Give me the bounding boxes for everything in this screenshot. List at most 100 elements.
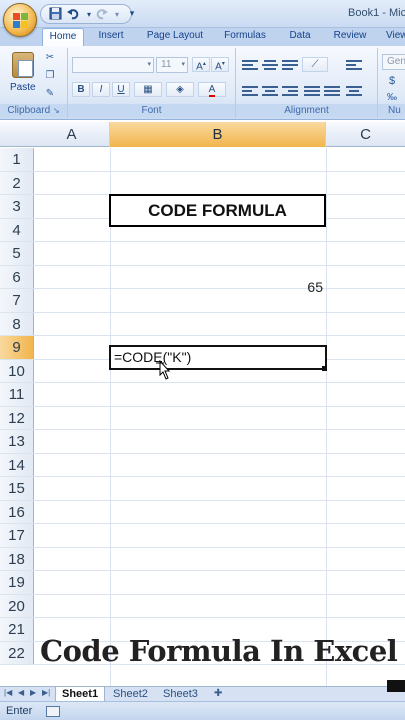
row-header-11[interactable]: 11 bbox=[0, 383, 34, 406]
align-middle-icon[interactable] bbox=[262, 60, 278, 72]
grid-row: 17 bbox=[0, 524, 405, 548]
grid-row: 20 bbox=[0, 594, 405, 618]
cell-b9-active-formula[interactable]: =CODE("K") bbox=[109, 345, 327, 370]
clipboard-group: Paste ✂ ❐ ✎ Clipboard ↘ bbox=[0, 48, 68, 118]
grid-row: 12 bbox=[0, 406, 405, 430]
cell-b6-result[interactable]: 65 bbox=[112, 276, 323, 298]
tab-home[interactable]: Home bbox=[42, 28, 84, 46]
row-header-4[interactable]: 4 bbox=[0, 218, 34, 241]
worksheet-grid[interactable]: 1 2 3 4 5 6 7 8 9 10 11 12 13 14 15 16 17 18 19 20 21 22 bbox=[0, 148, 405, 686]
insert-sheet-icon[interactable]: ✚ bbox=[214, 688, 222, 699]
row-header-3[interactable]: 3 bbox=[0, 195, 34, 218]
customize-qat-icon[interactable]: ▾ bbox=[124, 6, 140, 21]
grid-row: 14 bbox=[0, 453, 405, 477]
dialog-launcher-icon[interactable]: ↘ bbox=[53, 106, 60, 115]
align-top-icon[interactable] bbox=[242, 60, 258, 72]
currency-icon[interactable]: $ bbox=[386, 76, 398, 87]
grid-row: 2 bbox=[0, 171, 405, 195]
row-header-8[interactable]: 8 bbox=[0, 312, 34, 335]
row-header-16[interactable]: 16 bbox=[0, 500, 34, 523]
sheet-tab-sheet3[interactable]: Sheet3 bbox=[157, 687, 204, 702]
align-right-icon[interactable] bbox=[282, 86, 298, 98]
paste-icon[interactable] bbox=[12, 52, 34, 78]
fill-color-button[interactable]: ◈ bbox=[166, 82, 194, 97]
tab-data[interactable]: Data bbox=[282, 28, 318, 46]
grid-row: 15 bbox=[0, 477, 405, 501]
decrease-indent-icon[interactable] bbox=[304, 86, 320, 98]
row-header-6[interactable]: 6 bbox=[0, 265, 34, 288]
window-title: Book1 - Mic bbox=[348, 7, 405, 19]
bold-button[interactable]: B bbox=[72, 82, 90, 97]
row-header-2[interactable]: 2 bbox=[0, 171, 34, 194]
undo-icon[interactable] bbox=[65, 7, 81, 22]
next-sheet-icon[interactable]: ▶ bbox=[30, 688, 36, 697]
cell-b3-title[interactable]: CODE FORMULA bbox=[109, 194, 326, 227]
tab-formulas[interactable]: Formulas bbox=[218, 28, 272, 46]
shrink-font-button[interactable]: A▾ bbox=[211, 57, 229, 72]
row-header-18[interactable]: 18 bbox=[0, 547, 34, 570]
font-color-button[interactable]: A bbox=[198, 82, 226, 97]
fill-color-icon: ◈ bbox=[176, 84, 184, 95]
row-header-10[interactable]: 10 bbox=[0, 359, 34, 382]
column-header-b[interactable]: B bbox=[110, 122, 326, 147]
prev-sheet-icon[interactable]: ◀ bbox=[18, 688, 24, 697]
grow-font-button[interactable]: A▴ bbox=[192, 57, 210, 72]
fill-handle[interactable] bbox=[322, 366, 327, 371]
font-name-combo[interactable]: ▾ bbox=[72, 57, 154, 73]
horizontal-scrollbar[interactable] bbox=[387, 680, 405, 692]
cut-icon[interactable]: ✂ bbox=[44, 52, 56, 63]
redo-dropdown-icon[interactable]: ▾ bbox=[109, 7, 125, 22]
number-format-combo[interactable]: Gene bbox=[382, 54, 405, 70]
row-header-15[interactable]: 15 bbox=[0, 477, 34, 500]
sheet-tab-sheet2[interactable]: Sheet2 bbox=[107, 687, 154, 702]
align-center-icon[interactable] bbox=[262, 86, 278, 98]
grid-row: 11 bbox=[0, 383, 405, 407]
row-header-1[interactable]: 1 bbox=[0, 148, 34, 171]
borders-icon: ▦ bbox=[143, 84, 153, 95]
paste-button[interactable]: Paste bbox=[10, 82, 36, 93]
align-left-icon[interactable] bbox=[242, 86, 258, 98]
row-header-12[interactable]: 12 bbox=[0, 406, 34, 429]
column-header-c[interactable]: C bbox=[326, 122, 405, 147]
row-header-19[interactable]: 19 bbox=[0, 571, 34, 594]
row-header-9[interactable]: 9 bbox=[0, 336, 34, 359]
borders-button[interactable]: ▦ bbox=[134, 82, 162, 97]
row-header-7[interactable]: 7 bbox=[0, 289, 34, 312]
row-header-14[interactable]: 14 bbox=[0, 453, 34, 476]
row-header-17[interactable]: 17 bbox=[0, 524, 34, 547]
grid-row: 13 bbox=[0, 430, 405, 454]
wrap-text-icon[interactable] bbox=[346, 60, 362, 72]
row-header-13[interactable]: 13 bbox=[0, 430, 34, 453]
macro-recording-icon[interactable] bbox=[46, 706, 60, 717]
first-sheet-icon[interactable]: |◀ bbox=[4, 688, 12, 697]
last-sheet-icon[interactable]: ▶| bbox=[42, 688, 50, 697]
copy-icon[interactable]: ❐ bbox=[44, 70, 56, 81]
grid-row: 8 bbox=[0, 312, 405, 336]
tab-page-layout[interactable]: Page Layout bbox=[140, 28, 210, 46]
font-group-label: Font bbox=[68, 104, 235, 117]
underline-button[interactable]: U bbox=[112, 82, 130, 97]
ribbon-tabs: Home Insert Page Layout Formulas Data Re… bbox=[0, 28, 405, 46]
tab-insert[interactable]: Insert bbox=[90, 28, 132, 46]
row-header-5[interactable]: 5 bbox=[0, 242, 34, 265]
tab-view[interactable]: View bbox=[386, 28, 405, 46]
orientation-button[interactable]: ⟋ bbox=[302, 57, 328, 72]
title-bar: ▾ ▾ ▾ Book1 - Mic bbox=[0, 0, 405, 28]
row-header-22[interactable]: 22 bbox=[0, 641, 34, 664]
align-bottom-icon[interactable] bbox=[282, 60, 298, 72]
italic-button[interactable]: I bbox=[92, 82, 110, 97]
row-header-20[interactable]: 20 bbox=[0, 594, 34, 617]
format-painter-icon[interactable]: ✎ bbox=[44, 88, 56, 99]
column-header-a[interactable]: A bbox=[34, 122, 110, 147]
redo-icon[interactable] bbox=[93, 7, 109, 22]
merge-center-icon[interactable] bbox=[346, 86, 362, 98]
sheet-tab-sheet1[interactable]: Sheet1 bbox=[55, 687, 106, 702]
font-size-combo[interactable]: 11 ▾ bbox=[156, 57, 188, 73]
percent-icon[interactable]: ‰ bbox=[386, 92, 398, 103]
office-button[interactable] bbox=[3, 3, 37, 37]
save-icon[interactable] bbox=[47, 7, 63, 22]
status-mode: Enter bbox=[6, 705, 33, 717]
row-header-21[interactable]: 21 bbox=[0, 618, 34, 641]
increase-indent-icon[interactable] bbox=[324, 86, 340, 98]
tab-review[interactable]: Review bbox=[326, 28, 374, 46]
